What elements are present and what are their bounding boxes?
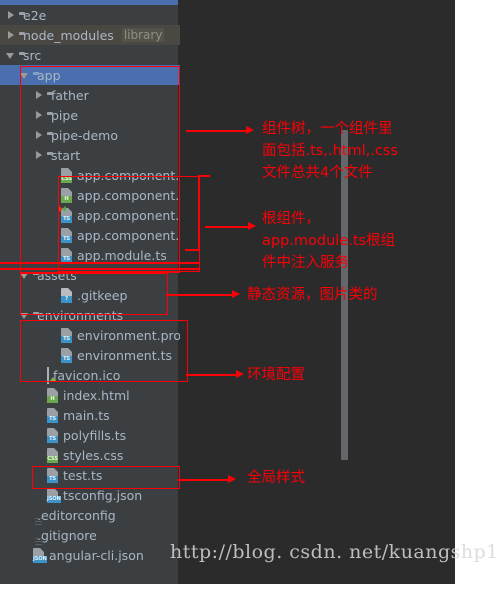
annotation-arrow-line-environment	[186, 374, 238, 376]
tree-row-label: src	[23, 47, 42, 63]
annotation-text-component-tree: 组件树，一个组件里 面包括.ts,.html,.css 文件总共4个文件	[262, 118, 398, 184]
tree-row[interactable]: Hindex.html	[0, 385, 180, 405]
annotation-line: 组件树，一个组件里	[262, 121, 393, 137]
chevron-down-icon[interactable]	[6, 50, 17, 61]
annotation-text-static-assets: 静态资源，图片类的	[247, 284, 378, 306]
annotation-elbow-vertical-root-module	[198, 175, 200, 250]
tree-row-label: .gitignore	[37, 527, 97, 543]
tree-row[interactable]: TS polyfills.ts	[0, 425, 180, 445]
annotation-line: 根组件，	[262, 211, 320, 227]
chevron-right-icon[interactable]	[6, 30, 17, 41]
tree-row[interactable]: JSON angular-cli.json	[0, 545, 180, 565]
annotation-arrow-head-root-module	[248, 222, 256, 230]
annotation-text-global-styles: 全局样式	[247, 467, 305, 489]
tree-row-label: e2e	[23, 7, 47, 23]
annotation-box-environment	[20, 320, 188, 382]
tree-row[interactable]: CSS styles.css	[0, 445, 180, 465]
annotation-arrow-head-global-styles	[228, 475, 236, 483]
tree-row-label: node_modules	[23, 27, 114, 43]
annotation-box-root-module	[58, 176, 200, 272]
json-file-icon: JSON	[33, 548, 47, 563]
tree-row[interactable]: .editorconfig	[0, 505, 180, 525]
annotation-line: 文件总共4个文件	[262, 165, 373, 181]
tree-row[interactable]: src	[0, 45, 180, 65]
annotation-arrow-head-environment	[236, 370, 244, 378]
typescript-file-icon: TS	[47, 428, 59, 443]
library-tag: library	[121, 28, 165, 42]
css-file-icon: CSS	[47, 448, 59, 463]
chevron-right-icon[interactable]	[6, 10, 17, 21]
json-file-icon: JSON	[47, 488, 61, 503]
annotation-box-global-styles	[32, 466, 180, 489]
annotation-arrow-head-component-tree	[246, 126, 254, 134]
tree-row[interactable]: .gitignore	[0, 525, 180, 545]
annotation-arrow-line-global-styles	[178, 479, 230, 481]
annotation-line: 件中注入服务	[262, 255, 349, 271]
annotation-arrow-line-component-tree	[186, 130, 248, 132]
annotation-arrow-line-root-module	[205, 226, 250, 228]
annotation-box-static-assets	[20, 273, 168, 315]
tree-row-label: .editorconfig	[37, 507, 116, 523]
annotation-arrow-head-static-assets	[232, 290, 240, 298]
annotation-strike-upper	[0, 262, 200, 264]
annotation-text-environment: 环境配置	[247, 364, 305, 386]
tree-row-label: angular-cli.json	[49, 547, 144, 563]
tree-row-label: polyfills.ts	[63, 427, 127, 443]
annotation-line: 静态资源，图片类的	[247, 287, 378, 303]
annotation-line: 环境配置	[247, 367, 305, 383]
annotation-elbow-bottom-root-module	[185, 249, 200, 251]
annotation-arrow-line-static-assets	[166, 294, 234, 296]
watermark: http://blog. csdn. net/kuangshp128	[170, 541, 500, 563]
tree-row-label: main.ts	[63, 407, 110, 423]
tree-row[interactable]: TS main.ts	[0, 405, 180, 425]
tree-row-label: tsconfig.json	[63, 487, 143, 503]
tree-row-label: index.html	[63, 387, 130, 403]
annotation-text-root-module: 根组件， app.module.ts根组 件中注入服务	[262, 208, 395, 274]
screenshot-root: e2e node_modules library src app father pipe pi…	[0, 0, 500, 600]
annotation-strike-lower	[0, 268, 200, 270]
typescript-file-icon: TS	[47, 408, 59, 423]
tree-row-label: styles.css	[63, 447, 124, 463]
html-file-icon: H	[47, 388, 59, 403]
tree-row[interactable]: node_modules library	[0, 25, 180, 45]
annotation-line: 面包括.ts,.html,.css	[262, 143, 398, 159]
annotation-line: app.module.ts根组	[262, 233, 396, 249]
annotation-elbow-top-root-module	[198, 175, 210, 177]
annotation-line: 全局样式	[247, 470, 305, 486]
tree-row[interactable]: e2e	[0, 5, 180, 25]
